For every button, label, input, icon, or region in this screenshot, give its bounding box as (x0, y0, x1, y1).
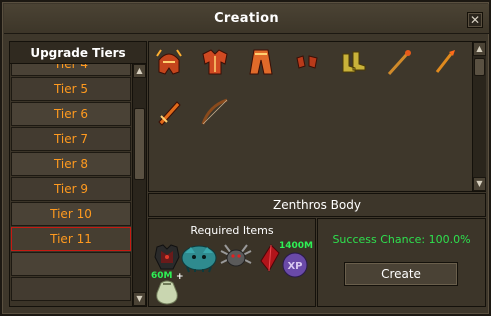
helm-icon[interactable] (153, 46, 185, 78)
success-chance-label: Success Chance: 100.0% (332, 233, 471, 246)
staff-icon[interactable] (383, 46, 415, 78)
tier-row[interactable]: Tier 8 (11, 152, 131, 176)
xp-orb-icon[interactable]: XP (279, 249, 311, 281)
scroll-up-icon[interactable]: ▲ (473, 42, 486, 56)
teal-beast-icon[interactable] (179, 241, 219, 273)
required-items-title: Required Items (190, 224, 274, 237)
xp-orb-quantity: 1400M (279, 241, 314, 251)
sword-icon[interactable] (153, 96, 185, 128)
bow-icon[interactable] (199, 96, 231, 128)
coin-sack-quantity: 60M (151, 271, 173, 281)
tier-row[interactable]: Tier 10 (11, 202, 131, 226)
tier-row-empty[interactable] (11, 252, 131, 276)
wand-icon[interactable] (429, 46, 461, 78)
tier-row[interactable]: Tier 5 (11, 77, 131, 101)
item-grid-panel: ▲ ▼ (148, 41, 486, 192)
tier-list-scrollbar[interactable]: ▲ ▼ (132, 64, 146, 306)
boots-icon[interactable] (337, 46, 369, 78)
tier-row[interactable]: Tier 4 (11, 64, 131, 76)
tier-row-empty[interactable] (11, 277, 131, 301)
close-button[interactable]: ✕ (467, 12, 483, 28)
title-bar: Creation ✕ (4, 4, 489, 34)
tier-list: Tier 4 Tier 5 Tier 6 Tier 7 Tier 8 Tier 9 Tier… (10, 64, 132, 306)
item-grid-scroll-thumb[interactable] (474, 58, 485, 76)
action-panel: Success Chance: 100.0% Create (317, 218, 486, 307)
creation-window: Creation ✕ Upgrade Tiers Tier 4 Tier 5 Tie… (0, 0, 491, 316)
gloves-icon[interactable] (291, 46, 323, 78)
scroll-down-icon[interactable]: ▼ (473, 177, 486, 191)
window-title: Creation (214, 11, 279, 26)
upgrade-tiers-header: Upgrade Tiers (10, 42, 146, 64)
tier-list-scroll-thumb[interactable] (134, 108, 145, 180)
scroll-up-icon[interactable]: ▲ (133, 64, 146, 78)
create-button[interactable]: Create (344, 262, 458, 286)
tier-row[interactable]: Tier 7 (11, 127, 131, 151)
item-grid-scrollbar[interactable]: ▲ ▼ (472, 42, 486, 191)
tier-row[interactable]: Tier 9 (11, 177, 131, 201)
spider-icon[interactable] (219, 241, 253, 273)
plus-icon: + (176, 272, 184, 282)
platebody-icon[interactable] (199, 46, 231, 78)
svg-text:XP: XP (287, 261, 302, 272)
required-items-panel: Required Items XP 1400M 60M + (148, 218, 316, 307)
selected-item-name: Zenthros Body (148, 193, 486, 217)
platelegs-icon[interactable] (245, 46, 277, 78)
tier-row[interactable]: Tier 11 (11, 227, 131, 251)
tier-row[interactable]: Tier 6 (11, 102, 131, 126)
scroll-down-icon[interactable]: ▼ (133, 292, 146, 306)
upgrade-tiers-panel: Upgrade Tiers Tier 4 Tier 5 Tier 6 Tier 7 Ti… (9, 41, 147, 307)
close-icon: ✕ (469, 13, 481, 27)
